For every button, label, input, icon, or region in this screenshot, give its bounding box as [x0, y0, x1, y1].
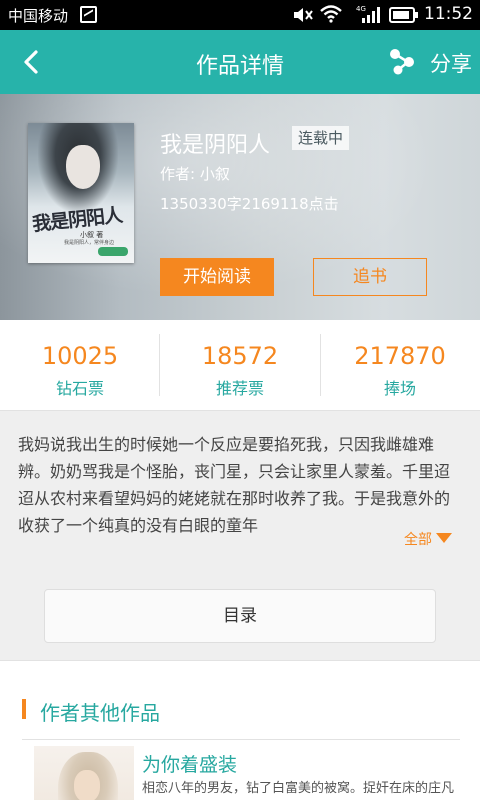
section-title: 作者其他作品: [40, 701, 160, 725]
cover-face: [66, 145, 100, 189]
work-title: 为你着盛装: [142, 754, 238, 776]
share-label: 分享: [430, 52, 472, 76]
status-badge: 连载中: [292, 126, 350, 150]
book-cover[interactable]: 我是阴阳人 小叙 著 我是阴阳人，常伴身边: [28, 123, 134, 263]
other-works-section: 作者其他作品 为你着盛装 相恋八年的男友，钻了白富美的被窝。捉奸在床的庄凡妈妈不…: [0, 660, 480, 800]
counter-label: 推荐票: [215, 379, 264, 398]
start-reading-button[interactable]: 开始阅读: [160, 258, 274, 296]
counter-value: 217870: [354, 342, 446, 370]
back-button[interactable]: [14, 44, 50, 80]
description-panel: 我妈说我出生的时候她一个反应是要掐死我，只因我雌雄难辨。奶奶骂我是个怪胎，丧门星…: [0, 410, 480, 660]
table-of-contents-button[interactable]: 目录: [44, 589, 436, 643]
app-header: 作品详情 分享: [0, 30, 480, 94]
counter-recommend-tickets[interactable]: 18572 推荐票: [160, 320, 320, 410]
counter-value: 18572: [201, 342, 279, 370]
follow-book-button[interactable]: 追书: [313, 258, 427, 296]
expand-label: 全部: [404, 532, 432, 548]
cover-blurb: 我是阴阳人，常伴身边: [64, 240, 115, 246]
chevron-down-icon: [436, 533, 452, 543]
battery-icon: [389, 7, 418, 23]
cover-face: [74, 770, 100, 800]
back-arrow-icon: [24, 50, 38, 74]
section-accent-bar: [22, 699, 26, 719]
book-description: 我妈说我出生的时候她一个反应是要掐死我，只因我雌雄难辨。奶奶骂我是个怪胎，丧门星…: [18, 435, 451, 535]
network-type: 4G: [356, 5, 366, 13]
status-time: 11:52: [424, 4, 473, 24]
counter-label: 钻石票: [55, 379, 104, 398]
signal-icon: 4G: [356, 5, 380, 23]
status-bar: 中国移动 4G 11:52: [0, 0, 480, 30]
counter-diamond-tickets[interactable]: 10025 钻石票: [0, 320, 160, 410]
book-title: 我是阴阳人: [160, 133, 271, 158]
expand-description-button[interactable]: 全部: [404, 529, 452, 549]
counter-label: 捧场: [383, 379, 416, 398]
image-notification-icon: [80, 6, 97, 23]
carrier-name: 中国移动: [8, 7, 69, 25]
mute-icon: [294, 8, 313, 22]
share-button[interactable]: 分享: [388, 44, 480, 80]
vote-counters: 10025 钻石票 18572 推荐票 217870 捧场: [0, 320, 480, 410]
list-item[interactable]: 为你着盛装 相恋八年的男友，钻了白富美的被窝。捉奸在床的庄凡妈妈不长眼睛要掐的酒…: [22, 740, 460, 800]
counter-value: 10025: [41, 342, 119, 370]
book-stats: 1350330字2169118点击: [160, 195, 339, 213]
work-blurb: 相恋八年的男友，钻了白富美的被窝。捉奸在床的庄凡妈妈不长眼睛要掐的酒瓶，让自己毁…: [142, 781, 455, 796]
work-cover: [34, 746, 134, 800]
publisher-logo: [98, 247, 128, 256]
counter-support[interactable]: 217870 捧场: [320, 320, 480, 410]
share-icon: [390, 49, 414, 75]
book-author[interactable]: 作者: 小叙: [160, 163, 230, 184]
wifi-icon: [320, 5, 342, 23]
